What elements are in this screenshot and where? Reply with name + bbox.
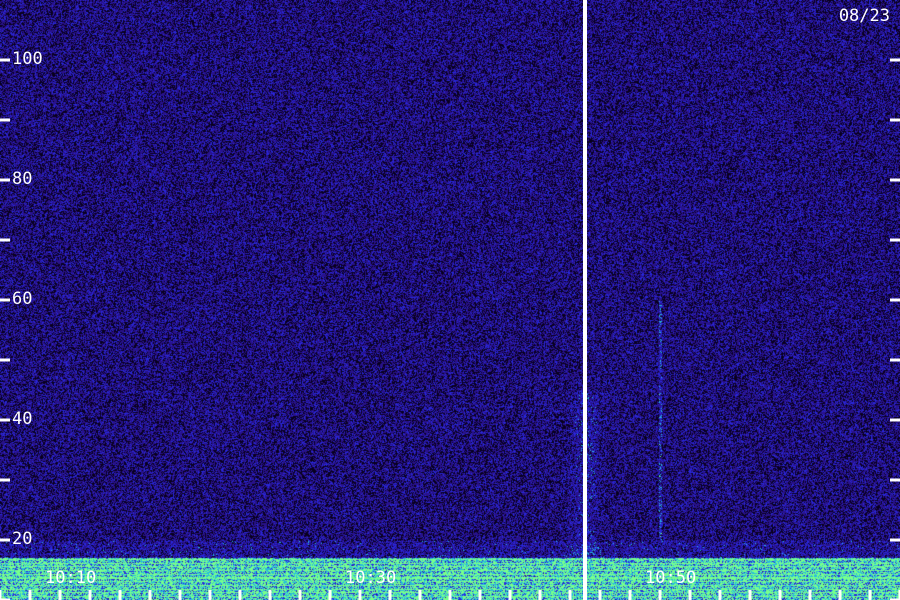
y-tick-label: 20 <box>12 529 33 549</box>
x-tick-label: 10:30 <box>345 568 397 588</box>
x-tick-label: 10:50 <box>645 568 697 588</box>
date-label: 08/23 <box>838 6 890 26</box>
y-tick-label: 40 <box>12 409 33 429</box>
y-ticks-right <box>890 58 900 600</box>
y-tick-label: 100 <box>12 49 43 69</box>
y-tick-label: 60 <box>12 289 33 309</box>
spectrogram-overlay <box>0 0 900 600</box>
y-tick-label: 80 <box>12 169 33 189</box>
x-ticks <box>0 590 900 600</box>
y-ticks-left <box>0 58 10 600</box>
x-tick-label: 10:10 <box>45 568 97 588</box>
